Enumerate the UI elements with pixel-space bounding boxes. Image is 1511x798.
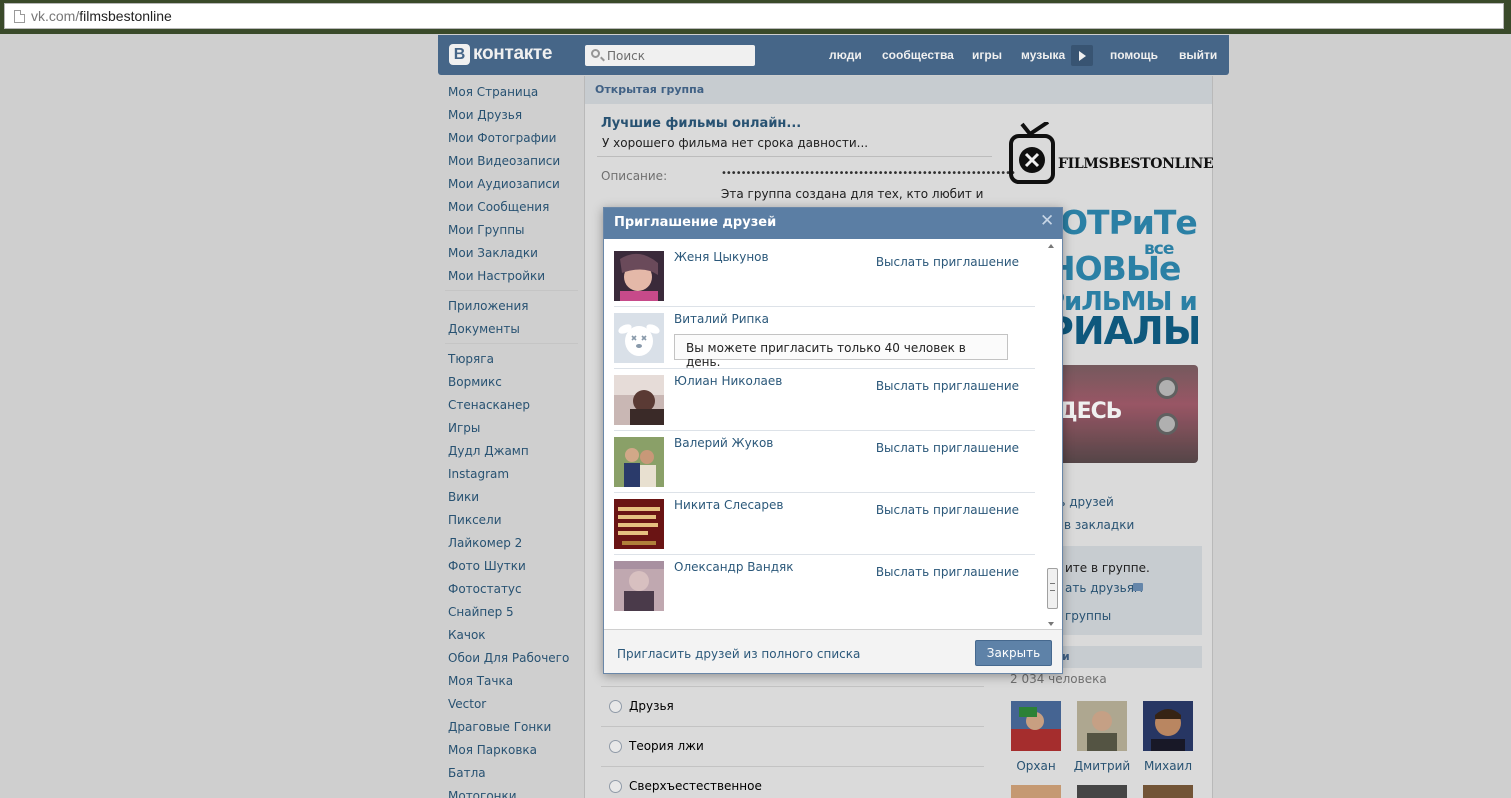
scroll-down-icon[interactable] bbox=[1048, 622, 1054, 626]
friend-row: Женя Цыкунов Выслать приглашение bbox=[614, 245, 1035, 307]
invite-from-full-list-link[interactable]: Пригласить друзей из полного списка bbox=[617, 647, 860, 661]
friend-row: Валерий Жуков Выслать приглашение bbox=[614, 431, 1035, 493]
close-icon[interactable]: ✕ bbox=[1040, 213, 1054, 230]
url-text[interactable]: vk.com/filmsbestonline bbox=[31, 8, 172, 24]
friend-name[interactable]: Олександр Вандяк bbox=[674, 560, 793, 574]
friend-name[interactable]: Юлиан Николаев bbox=[674, 374, 782, 388]
friend-avatar[interactable] bbox=[614, 437, 664, 487]
default-avatar-icon[interactable] bbox=[614, 313, 664, 363]
send-invite-button[interactable]: Выслать приглашение bbox=[876, 565, 1019, 579]
invite-limit-warning: Вы можете пригласить только 40 человек в… bbox=[674, 334, 1008, 369]
friend-row: Никита Слесарев Выслать приглашение bbox=[614, 493, 1035, 555]
friend-avatar[interactable] bbox=[614, 251, 664, 301]
invite-friends-dialog: Приглашение друзей ✕ Женя Цыкунов Выслат… bbox=[603, 207, 1063, 674]
friend-row: Виталий Рипка Вы можете пригласить тольк… bbox=[614, 307, 1035, 369]
scroll-up-icon[interactable] bbox=[1048, 244, 1054, 248]
friend-row: Олександр Вандяк Выслать приглашение bbox=[614, 555, 1035, 617]
dialog-footer: Пригласить друзей из полного списка Закр… bbox=[604, 629, 1062, 673]
send-invite-button[interactable]: Выслать приглашение bbox=[876, 441, 1019, 455]
dialog-header: Приглашение друзей ✕ bbox=[604, 208, 1062, 239]
page-icon bbox=[14, 10, 25, 23]
send-invite-button[interactable]: Выслать приглашение bbox=[876, 503, 1019, 517]
friend-avatar[interactable] bbox=[614, 499, 664, 549]
friend-avatar[interactable] bbox=[614, 561, 664, 611]
friend-name[interactable]: Валерий Жуков bbox=[674, 436, 773, 450]
address-field[interactable]: vk.com/filmsbestonline bbox=[4, 3, 1504, 29]
friend-name[interactable]: Женя Цыкунов bbox=[674, 250, 769, 264]
browser-address-bar: vk.com/filmsbestonline bbox=[0, 0, 1511, 34]
friend-name[interactable]: Никита Слесарев bbox=[674, 498, 783, 512]
close-button[interactable]: Закрыть bbox=[975, 640, 1052, 666]
friend-name[interactable]: Виталий Рипка bbox=[674, 312, 769, 326]
send-invite-button[interactable]: Выслать приглашение bbox=[876, 379, 1019, 393]
friend-avatar[interactable] bbox=[614, 375, 664, 425]
dialog-title: Приглашение друзей bbox=[614, 215, 777, 230]
friend-row: Юлиан Николаев Выслать приглашение bbox=[614, 369, 1035, 431]
send-invite-button[interactable]: Выслать приглашение bbox=[876, 255, 1019, 269]
scroll-thumb[interactable] bbox=[1047, 568, 1058, 609]
dialog-scrollbar[interactable] bbox=[1045, 241, 1059, 629]
